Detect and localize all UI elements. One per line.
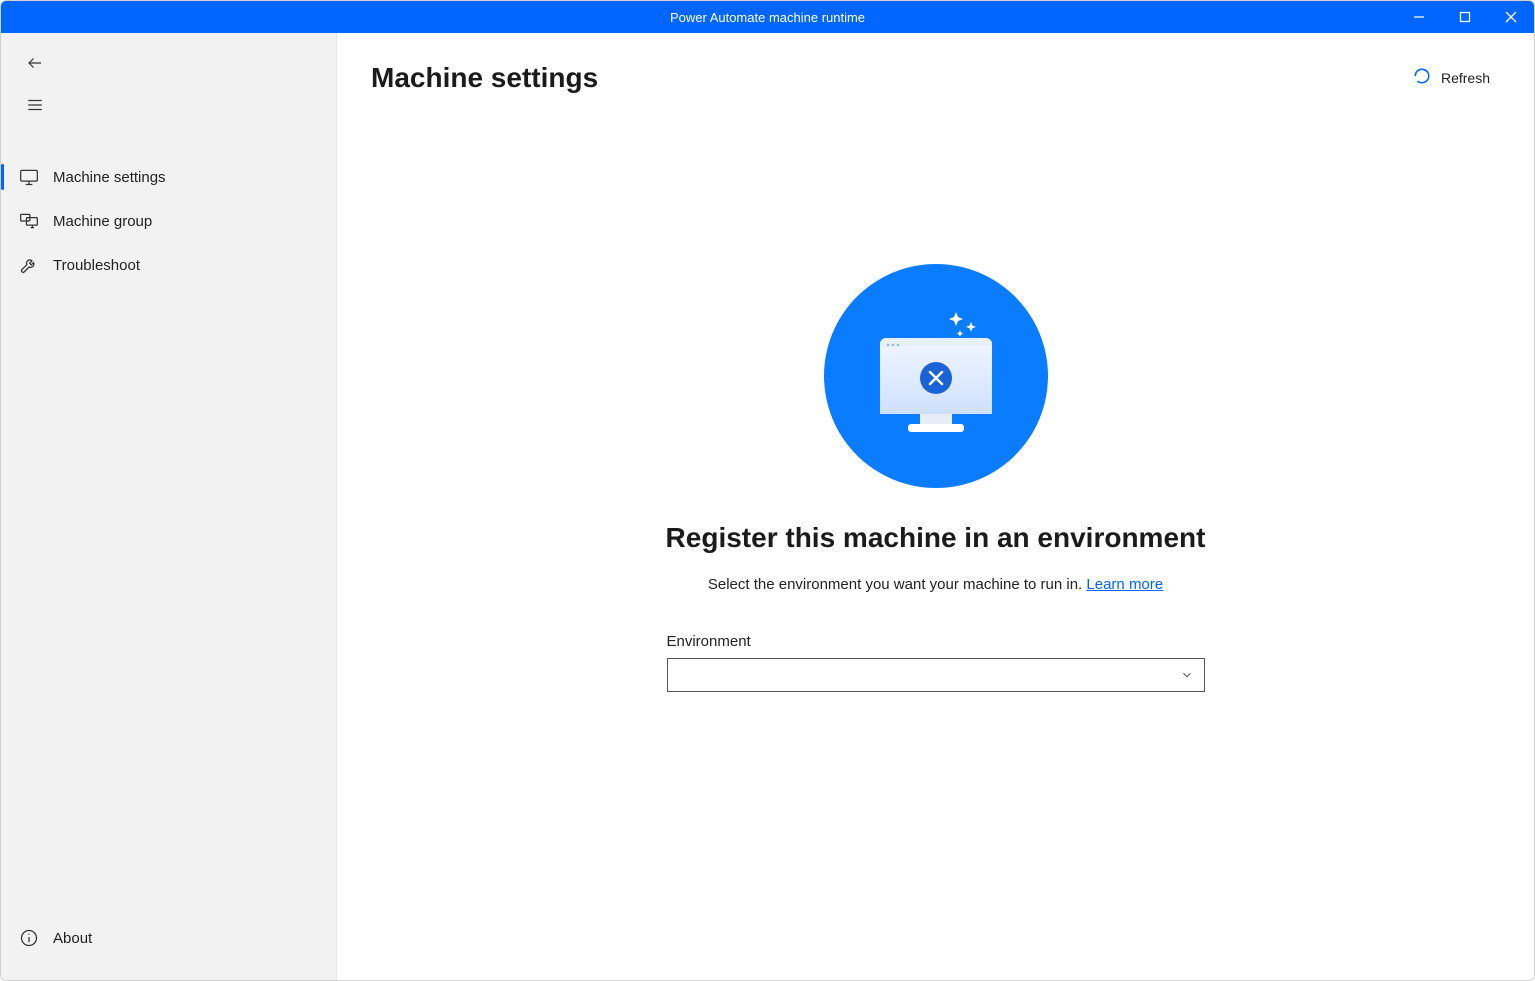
sidebar-footer: About [1, 904, 336, 980]
wrench-icon [19, 255, 39, 275]
hamburger-button[interactable] [19, 89, 51, 121]
maximize-button[interactable] [1442, 1, 1488, 33]
sidebar-item-machine-settings[interactable]: Machine settings [1, 155, 336, 199]
learn-more-link[interactable]: Learn more [1086, 576, 1163, 593]
hamburger-icon [26, 96, 44, 114]
close-icon [1505, 11, 1517, 23]
sidebar-item-label: About [53, 930, 92, 947]
sidebar-item-label: Troubleshoot [53, 257, 140, 274]
page-title: Machine settings [371, 62, 598, 94]
sidebar-item-machine-group[interactable]: Machine group [1, 199, 336, 243]
back-button[interactable] [19, 47, 51, 79]
register-subtext: Select the environment you want your mac… [708, 576, 1163, 593]
window-controls [1396, 1, 1534, 33]
register-subtext-text: Select the environment you want your mac… [708, 576, 1087, 593]
close-button[interactable] [1488, 1, 1534, 33]
window-title: Power Automate machine runtime [670, 10, 865, 25]
app-window: Power Automate machine runtime [0, 0, 1535, 981]
main-panel: Machine settings Refresh [337, 33, 1534, 980]
minimize-icon [1413, 11, 1425, 23]
sidebar-nav: Machine settings Machine group Troublesh… [1, 137, 336, 287]
desktop-icon [19, 167, 39, 187]
arrow-left-icon [26, 54, 44, 72]
content-center: Register this machine in an environment … [371, 134, 1500, 980]
chevron-down-icon [1180, 668, 1194, 682]
hero-illustration [824, 264, 1048, 488]
refresh-button[interactable]: Refresh [1403, 61, 1500, 94]
sidebar-item-label: Machine group [53, 213, 152, 230]
info-icon [19, 928, 39, 948]
sidebar-item-troubleshoot[interactable]: Troubleshoot [1, 243, 336, 287]
titlebar: Power Automate machine runtime [1, 1, 1534, 33]
sidebar-item-label: Machine settings [53, 169, 166, 186]
machine-group-icon [19, 211, 39, 231]
minimize-button[interactable] [1396, 1, 1442, 33]
environment-block: Environment [667, 633, 1205, 692]
environment-dropdown[interactable] [667, 658, 1205, 692]
refresh-label: Refresh [1441, 70, 1490, 86]
sidebar-top [1, 33, 336, 137]
main-header: Machine settings Refresh [371, 61, 1500, 94]
refresh-icon [1413, 67, 1431, 88]
sidebar-item-about[interactable]: About [1, 916, 336, 960]
sidebar: Machine settings Machine group Troublesh… [1, 33, 337, 980]
maximize-icon [1459, 11, 1471, 23]
register-heading: Register this machine in an environment [666, 522, 1206, 554]
app-body: Machine settings Machine group Troublesh… [1, 33, 1534, 980]
monitor-illustration-icon [856, 296, 1016, 456]
environment-label: Environment [667, 633, 1205, 650]
